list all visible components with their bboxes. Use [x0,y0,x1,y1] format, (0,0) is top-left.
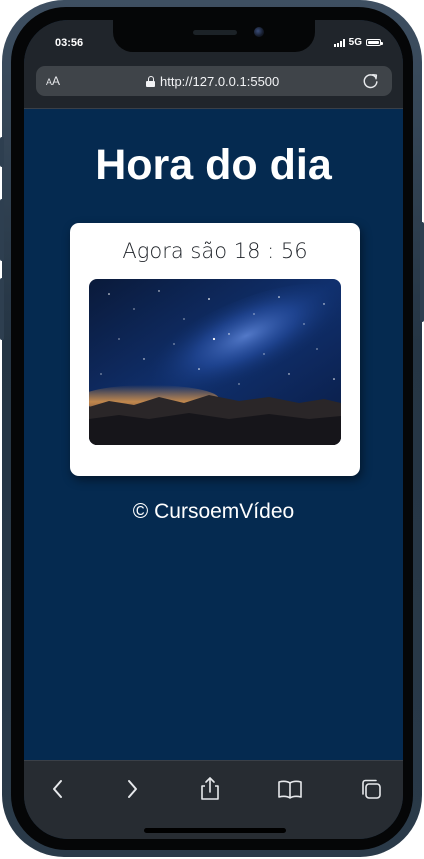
page-title: Hora do dia [95,141,332,189]
page-content: Hora do dia Agora são 18 : 56 © CursoemV… [24,109,403,760]
phone-frame: 03:56 5G AA http://127.0.0.1:5500 Hora d… [0,0,424,857]
night-sky-image [89,279,341,445]
tabs-icon[interactable] [357,775,385,803]
side-button-silent [0,137,4,167]
browser-address-area: AA http://127.0.0.1:5500 [24,64,403,109]
url-text: http://127.0.0.1:5500 [160,74,280,89]
time-message: Agora são 18 : 56 [122,239,308,263]
time-card: Agora são 18 : 56 [70,223,360,476]
address-bar[interactable]: AA http://127.0.0.1:5500 [36,66,392,96]
home-indicator[interactable] [144,828,286,833]
url-display[interactable]: http://127.0.0.1:5500 [146,74,279,89]
notch [113,20,315,52]
status-indicators: 5G [333,37,383,48]
side-button-volume-down [0,278,4,340]
speaker-grille [193,30,237,35]
side-button-volume-up [0,199,4,261]
lock-icon [146,76,155,87]
footer-credit: © CursoemVídeo [132,500,295,523]
status-time: 03:56 [55,37,84,49]
status-bar: 03:56 5G [24,20,403,64]
battery-icon [366,39,383,46]
phone-bezel: 03:56 5G AA http://127.0.0.1:5500 Hora d… [11,7,413,850]
side-button-power [420,222,424,322]
browser-toolbar [24,760,403,839]
forward-icon[interactable] [118,775,146,803]
network-label: 5G [348,37,362,48]
back-icon[interactable] [44,775,72,803]
text-size-button[interactable]: AA [46,74,60,88]
signal-icon [333,38,345,47]
share-icon[interactable] [196,775,224,803]
phone-screen: 03:56 5G AA http://127.0.0.1:5500 Hora d… [24,20,403,839]
reload-icon[interactable] [362,72,380,90]
front-camera [254,27,264,37]
bookmarks-icon[interactable] [276,775,304,803]
